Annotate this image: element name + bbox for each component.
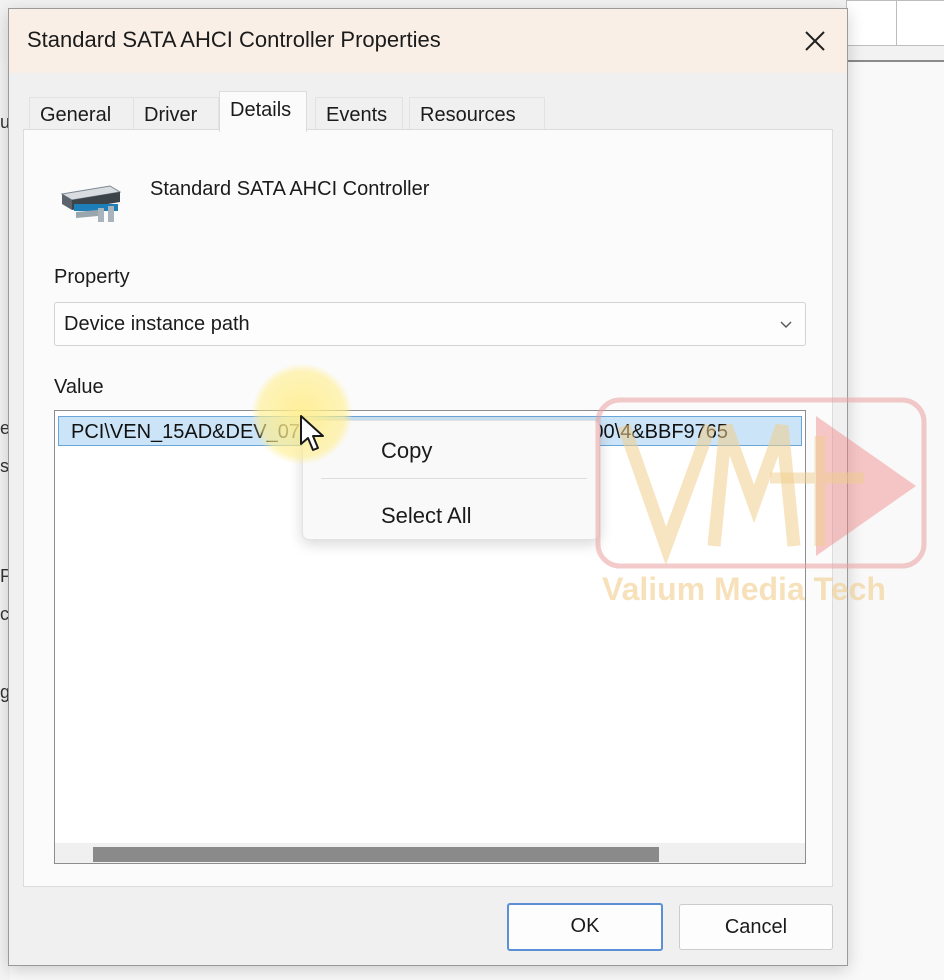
horizontal-scrollbar[interactable] [55, 843, 805, 863]
value-label: Value [54, 376, 104, 398]
background-button[interactable] [896, 0, 944, 46]
tab-details[interactable]: Details [219, 91, 307, 132]
tab-general[interactable]: General [29, 97, 137, 132]
tab-events[interactable]: Events [315, 97, 403, 132]
property-dropdown[interactable]: Device instance path [54, 302, 806, 346]
title-bar[interactable]: Standard SATA AHCI Controller Properties [9, 9, 847, 73]
dialog-title: Standard SATA AHCI Controller Properties [27, 27, 441, 52]
ok-button[interactable]: OK [507, 903, 663, 951]
context-menu-select-all-label: Select All [381, 503, 472, 528]
storage-controller-icon [60, 185, 122, 222]
device-name: Standard SATA AHCI Controller [150, 178, 430, 200]
background-button[interactable] [846, 0, 898, 46]
tab-resources[interactable]: Resources [409, 97, 545, 132]
scrollbar-thumb[interactable] [93, 847, 659, 862]
close-icon [805, 31, 825, 51]
context-menu: Copy Select All [302, 420, 600, 540]
cancel-button[interactable]: Cancel [679, 904, 833, 950]
context-menu-select-all[interactable]: Select All [309, 495, 593, 537]
context-menu-copy[interactable]: Copy [309, 430, 593, 472]
property-selected-value: Device instance path [64, 313, 250, 335]
close-button[interactable] [783, 9, 847, 73]
tab-driver[interactable]: Driver [133, 97, 219, 132]
chevron-down-icon [780, 321, 792, 328]
menu-separator [321, 478, 587, 479]
context-menu-copy-label: Copy [381, 438, 433, 463]
property-label: Property [54, 266, 130, 288]
